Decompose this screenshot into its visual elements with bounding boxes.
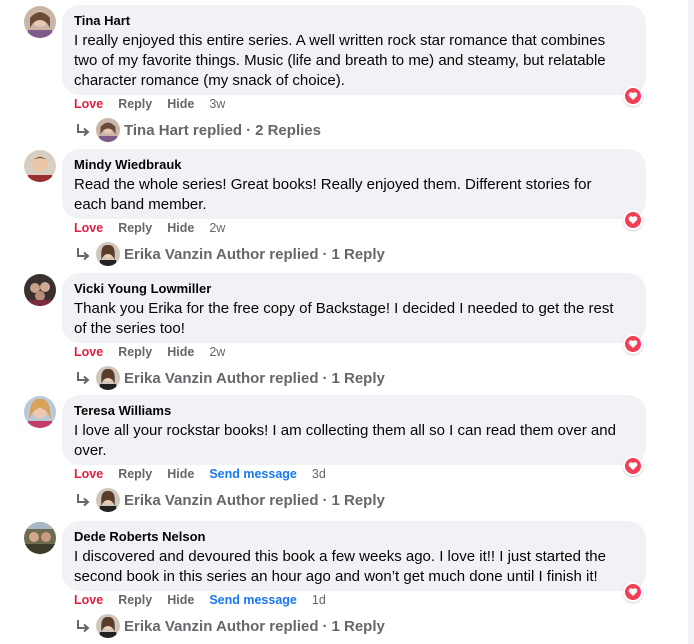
comment-bubble: Teresa Williams I love all your rockstar…: [62, 395, 646, 465]
comment-timestamp[interactable]: 2w: [209, 221, 225, 235]
view-replies-link[interactable]: Erika Vanzin Author replied · 1 Reply: [74, 488, 385, 512]
comment-text-line: Read the whole series! Great books! Real…: [74, 176, 592, 193]
comment-bubble: Dede Roberts Nelson I discovered and dev…: [62, 521, 646, 591]
send-message-button[interactable]: Send message: [209, 467, 297, 481]
comment-bubble: Vicki Young Lowmiller Thank you Erika fo…: [62, 273, 646, 343]
love-button[interactable]: Love: [74, 467, 103, 481]
reply-count: 2 Replies: [255, 121, 321, 139]
separator-dot: ·: [322, 617, 328, 635]
replier-label: Erika Vanzin Author replied: [124, 369, 319, 387]
hide-button[interactable]: Hide: [167, 467, 194, 481]
send-message-button[interactable]: Send message: [209, 593, 297, 607]
comment-text-line: two of my favorite things. Music (life a…: [74, 52, 606, 69]
comment-text-line: each band member.: [74, 196, 207, 213]
comment-timestamp[interactable]: 3w: [209, 97, 225, 111]
view-replies-link[interactable]: Erika Vanzin Author replied · 1 Reply: [74, 614, 385, 638]
view-replies-link[interactable]: Erika Vanzin Author replied · 1 Reply: [74, 366, 385, 390]
hide-button[interactable]: Hide: [167, 97, 194, 111]
reply-button[interactable]: Reply: [118, 593, 152, 607]
reply-button[interactable]: Reply: [118, 221, 152, 235]
heart-reaction-icon[interactable]: [623, 210, 643, 230]
comment-text: I discovered and devoured this book a fe…: [74, 547, 634, 587]
hide-button[interactable]: Hide: [167, 593, 194, 607]
comment-timestamp[interactable]: 2w: [209, 345, 225, 359]
comment-bubble: Tina Hart I really enjoyed this entire s…: [62, 5, 646, 95]
love-button[interactable]: Love: [74, 221, 103, 235]
comment-text: Read the whole series! Great books! Real…: [74, 175, 634, 215]
reply-button[interactable]: Reply: [118, 345, 152, 359]
comment-actions: Love Reply Hide 2w: [74, 345, 240, 359]
heart-reaction-icon[interactable]: [623, 86, 643, 106]
heart-reaction-icon[interactable]: [623, 582, 643, 602]
comment-text: Thank you Erika for the free copy of Bac…: [74, 299, 634, 339]
reply-arrow-icon: [77, 620, 90, 633]
comment-author[interactable]: Teresa Williams: [74, 403, 634, 419]
reply-button[interactable]: Reply: [118, 467, 152, 481]
comment-text-line: character romance (my snack of choice).: [74, 72, 345, 89]
separator-dot: ·: [322, 245, 328, 263]
avatar[interactable]: [24, 274, 56, 306]
comment-text: I love all your rockstar books! I am col…: [74, 421, 634, 461]
avatar[interactable]: [24, 6, 56, 38]
reply-arrow-icon: [77, 372, 90, 385]
reply-count: 1 Reply: [331, 617, 385, 635]
separator-dot: ·: [246, 121, 252, 139]
separator-dot: ·: [322, 369, 328, 387]
avatar[interactable]: [24, 150, 56, 182]
comment-text-line: I discovered and devoured this book a fe…: [74, 548, 606, 565]
reply-count: 1 Reply: [331, 245, 385, 263]
comment-timestamp[interactable]: 3d: [312, 467, 326, 481]
view-replies-link[interactable]: Tina Hart replied · 2 Replies: [74, 118, 321, 142]
comment-text-line: second book in this series an hour ago a…: [74, 568, 598, 585]
reply-button[interactable]: Reply: [118, 97, 152, 111]
hide-button[interactable]: Hide: [167, 221, 194, 235]
comment-bubble: Mindy Wiedbrauk Read the whole series! G…: [62, 149, 646, 219]
avatar[interactable]: [24, 396, 56, 428]
heart-reaction-icon[interactable]: [623, 334, 643, 354]
comment-text-line: I really enjoyed this entire series. A w…: [74, 32, 606, 49]
replier-avatar: [96, 242, 120, 266]
love-button[interactable]: Love: [74, 97, 103, 111]
comment-text-line: of the series too!: [74, 320, 185, 337]
reply-count: 1 Reply: [331, 369, 385, 387]
comment-author[interactable]: Tina Hart: [74, 13, 634, 29]
comment-author[interactable]: Dede Roberts Nelson: [74, 529, 634, 545]
comment-actions: Love Reply Hide 3w: [74, 97, 240, 111]
replier-label: Erika Vanzin Author replied: [124, 245, 319, 263]
comment-timestamp[interactable]: 1d: [312, 593, 326, 607]
comment-text-line: over.: [74, 442, 107, 459]
replier-label: Erika Vanzin Author replied: [124, 491, 319, 509]
replier-avatar: [96, 488, 120, 512]
heart-reaction-icon[interactable]: [623, 456, 643, 476]
comment-text: I really enjoyed this entire series. A w…: [74, 31, 634, 91]
reply-arrow-icon: [77, 124, 90, 137]
replier-label: Tina Hart replied: [124, 121, 243, 139]
comment-actions: Love Reply Hide 2w: [74, 221, 240, 235]
replier-avatar: [96, 118, 120, 142]
replier-avatar: [96, 366, 120, 390]
separator-dot: ·: [322, 491, 328, 509]
comment-author[interactable]: Vicki Young Lowmiller: [74, 281, 634, 297]
comment-text-line: I love all your rockstar books! I am col…: [74, 422, 616, 439]
reply-arrow-icon: [77, 248, 90, 261]
love-button[interactable]: Love: [74, 593, 103, 607]
reply-arrow-icon: [77, 494, 90, 507]
comment-author[interactable]: Mindy Wiedbrauk: [74, 157, 634, 173]
hide-button[interactable]: Hide: [167, 345, 194, 359]
reply-count: 1 Reply: [331, 491, 385, 509]
comment-actions: Love Reply Hide Send message 1d: [74, 593, 341, 607]
page-edge: [688, 0, 694, 644]
replier-avatar: [96, 614, 120, 638]
love-button[interactable]: Love: [74, 345, 103, 359]
view-replies-link[interactable]: Erika Vanzin Author replied · 1 Reply: [74, 242, 385, 266]
comment-text-line: Thank you Erika for the free copy of Bac…: [74, 300, 614, 317]
comment-actions: Love Reply Hide Send message 3d: [74, 467, 341, 481]
avatar[interactable]: [24, 522, 56, 554]
replier-label: Erika Vanzin Author replied: [124, 617, 319, 635]
